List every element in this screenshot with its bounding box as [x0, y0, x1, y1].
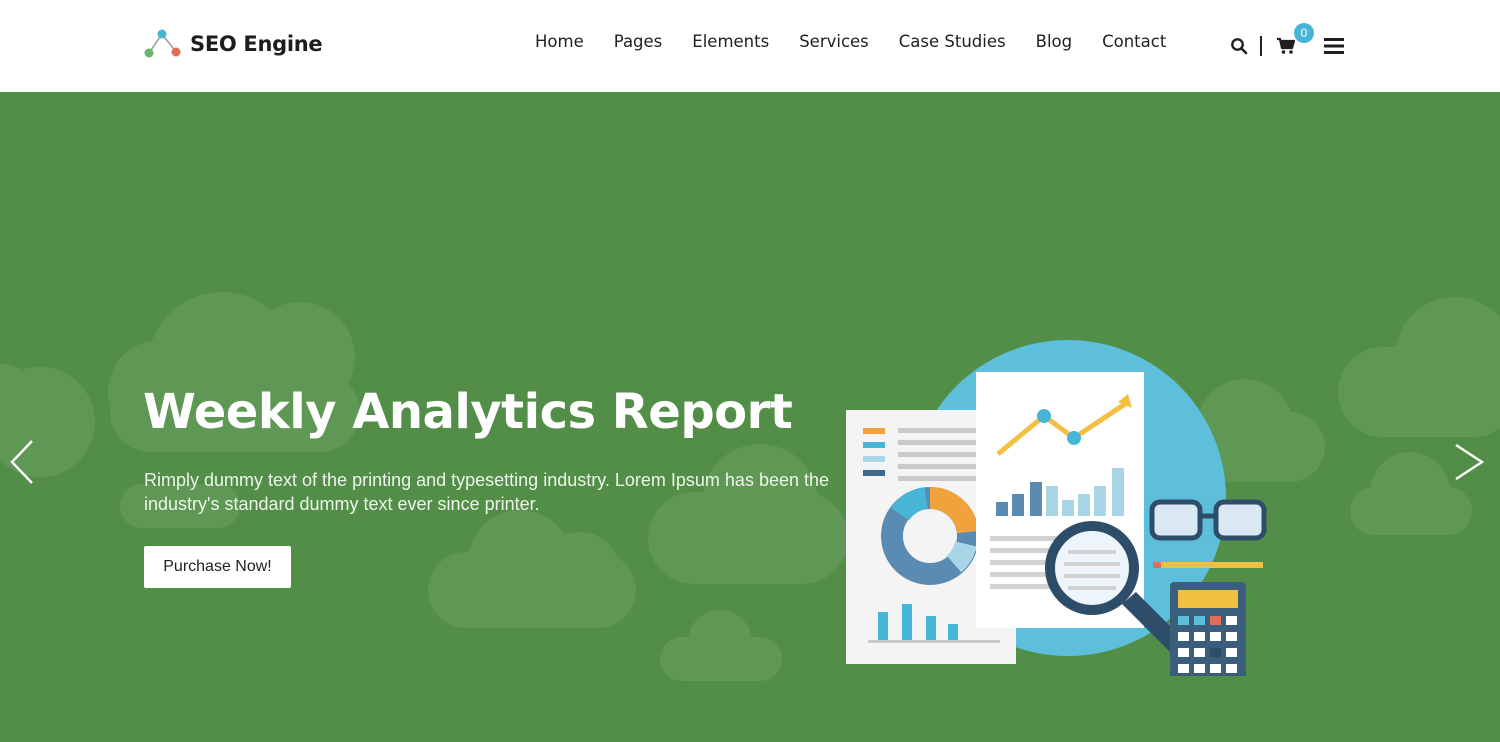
nav-item-contact[interactable]: Contact	[1102, 32, 1166, 51]
site-header: SEO Engine Home Pages Elements Services …	[0, 0, 1500, 92]
nav-item-elements[interactable]: Elements	[692, 32, 769, 51]
tool-divider	[1260, 36, 1262, 56]
slider-next-arrow-icon[interactable]	[1448, 437, 1488, 487]
hero-title: Weekly Analytics Report	[143, 384, 793, 440]
slider-prev-arrow-icon[interactable]	[4, 437, 44, 487]
nav-item-pages[interactable]: Pages	[614, 32, 663, 51]
brand-name: SEO Engine	[190, 32, 323, 56]
main-nav: Home Pages Elements Services Case Studie…	[520, 32, 1181, 51]
hero-description: Rimply dummy text of the printing and ty…	[144, 470, 830, 514]
nav-item-home[interactable]: Home	[535, 32, 584, 51]
search-icon[interactable]	[1230, 37, 1248, 55]
logo-icon	[144, 29, 181, 58]
purchase-now-button[interactable]: Purchase Now!	[144, 546, 291, 588]
analytics-report-illustration	[846, 340, 1267, 676]
nav-item-services[interactable]: Services	[799, 32, 869, 51]
nav-item-blog[interactable]: Blog	[1036, 32, 1072, 51]
hero-slider: Weekly Analytics Report Rimply dummy tex…	[0, 92, 1500, 742]
logo[interactable]: SEO Engine	[142, 26, 323, 62]
header-tools: 0	[1230, 23, 1344, 64]
cart-button[interactable]: 0	[1276, 23, 1314, 55]
cart-count-badge: 0	[1294, 23, 1314, 43]
cart-icon	[1277, 37, 1296, 54]
hamburger-menu-icon[interactable]	[1324, 37, 1344, 55]
nav-item-case-studies[interactable]: Case Studies	[899, 32, 1006, 51]
